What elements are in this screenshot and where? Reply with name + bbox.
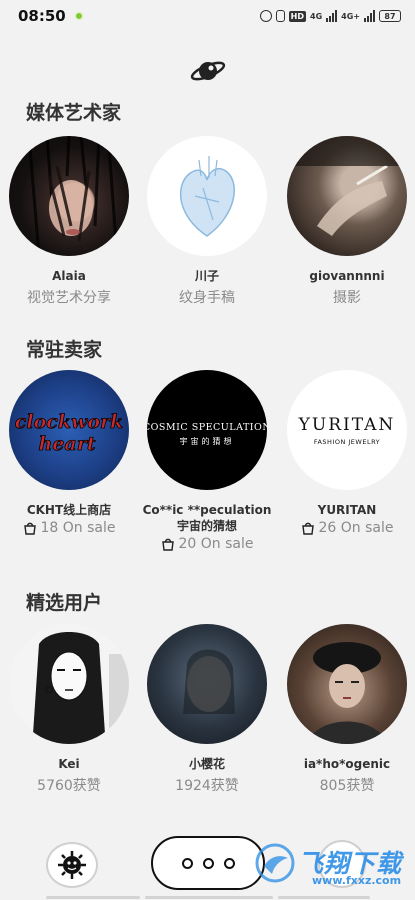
avatar[interactable] [287, 136, 407, 256]
more-menu-button[interactable] [151, 836, 265, 890]
user-card[interactable]: 小樱花 1924获赞 [142, 624, 272, 795]
avatar[interactable] [147, 624, 267, 744]
signal-icon-1 [326, 10, 338, 22]
tab-indicator [46, 896, 140, 899]
user-likes: 1924获赞 [175, 778, 239, 794]
seller-card[interactable]: YURITAN FASHION JEWELRY YURITAN 26 On sa… [282, 370, 412, 536]
shopping-bag-icon [161, 538, 174, 551]
artist-card[interactable]: Alaia 视觉艺术分享 [4, 136, 134, 307]
user-likes: 805获赞 [319, 778, 375, 794]
svg-text:FASHION JEWELRY: FASHION JEWELRY [314, 438, 380, 446]
vibrate-icon [275, 10, 285, 22]
artist-card[interactable]: giovannnni 摄影 [282, 136, 412, 307]
svg-text:COSMIC SPECULATION: COSMIC SPECULATION [147, 422, 267, 433]
avatar[interactable] [287, 624, 407, 744]
section-title-resident-sellers: 常驻卖家 [26, 339, 103, 361]
cosmic-speculation-logo-image: COSMIC SPECULATION 宇宙的猜想 [147, 422, 267, 446]
notification-dot-icon [73, 11, 84, 21]
tab-indicator [278, 896, 370, 899]
status-right: HD 4G 4G+ 87 [259, 10, 401, 22]
svg-text:clockwork: clockwork [15, 411, 123, 433]
signal-icon-2 [364, 10, 375, 22]
seller-name: YURITAN [317, 503, 377, 517]
section-title-featured-users: 精选用户 [26, 592, 103, 614]
shopping-bag-icon [301, 522, 314, 535]
hand-cigarette-photo-image [287, 136, 407, 236]
manga-girl-drawing-image [33, 632, 129, 744]
user-card[interactable]: Kei 5760获赞 [4, 624, 134, 795]
svg-text:宇宙的猜想: 宇宙的猜想 [180, 436, 235, 446]
artist-description: 视觉艺术分享 [27, 290, 111, 306]
dark-portrait-photo-image [183, 649, 235, 714]
watermark-bird-icon [255, 843, 295, 883]
svg-text:YURITAN: YURITAN [298, 415, 396, 435]
status-bar: 08:50 HD 4G 4G+ 87 [0, 0, 415, 32]
user-name: Kei [58, 757, 80, 771]
seller-card[interactable]: COSMIC SPECULATION 宇宙的猜想 Co**ic **pecula… [142, 370, 272, 552]
avatar[interactable] [9, 136, 129, 256]
battery-icon: 87 [379, 10, 401, 22]
on-sale-count: 18 On sale [4, 520, 134, 536]
seller-name: CKHT线上商店 [26, 503, 112, 517]
planet-logo-icon [190, 61, 226, 81]
shopping-bag-icon [23, 522, 36, 535]
clockwork-heart-logo-image: clockwork heart [14, 411, 123, 456]
seller-name: Co**ic **peculation宇宙的猜想 [142, 503, 272, 533]
section-title-media-artists: 媒体艺术家 [26, 102, 122, 124]
watermark-logo: 飞翔下载 www.fxxz.com [254, 836, 404, 892]
beret-woman-photo-image [307, 642, 387, 744]
user-likes: 5760获赞 [37, 778, 101, 794]
svg-text:heart: heart [39, 433, 96, 455]
virus-icon [58, 851, 86, 879]
watermark-url: www.fxxz.com [312, 874, 402, 887]
on-sale-count: 26 On sale [282, 520, 412, 536]
virus-button[interactable] [46, 842, 98, 888]
more-dot-icon [202, 857, 214, 869]
more-dot-icon [181, 857, 193, 869]
on-sale-label: 18 On sale [40, 520, 116, 536]
artist-description: 摄影 [333, 290, 361, 306]
on-sale-label: 20 On sale [178, 536, 254, 552]
status-time: 08:50 [18, 7, 66, 25]
tab-indicator [145, 896, 273, 899]
user-name: 小樱花 [188, 757, 225, 771]
user-name: ia*ho*ogenic [303, 757, 391, 771]
avatar[interactable]: clockwork heart [9, 370, 129, 490]
seller-card[interactable]: clockwork heart CKHT线上商店 18 On sale [4, 370, 134, 536]
wet-hair-portrait-image [27, 136, 119, 256]
network-label-1: 4G [310, 11, 323, 21]
artist-name: Alaia [52, 269, 86, 283]
avatar[interactable] [147, 136, 267, 256]
network-label-2: 4G+ [341, 11, 360, 21]
avatar[interactable] [9, 624, 129, 744]
yuritan-logo-image: YURITAN FASHION JEWELRY [298, 415, 396, 446]
artist-name: 川子 [194, 269, 219, 283]
artist-description: 纹身手稿 [179, 290, 235, 306]
status-left: 08:50 [18, 7, 84, 25]
artist-card[interactable]: 川子 纹身手稿 [142, 136, 272, 307]
on-sale-label: 26 On sale [318, 520, 394, 536]
hd-icon: HD [288, 10, 307, 22]
avatar[interactable]: YURITAN FASHION JEWELRY [287, 370, 407, 490]
heart-sketch-image [179, 156, 235, 237]
alarm-icon [259, 10, 272, 22]
artist-name: giovannnni [309, 269, 385, 283]
on-sale-count: 20 On sale [142, 536, 272, 552]
avatar[interactable]: COSMIC SPECULATION 宇宙的猜想 [147, 370, 267, 490]
user-card[interactable]: ia*ho*ogenic 805获赞 [282, 624, 412, 795]
more-dot-icon [223, 857, 235, 869]
